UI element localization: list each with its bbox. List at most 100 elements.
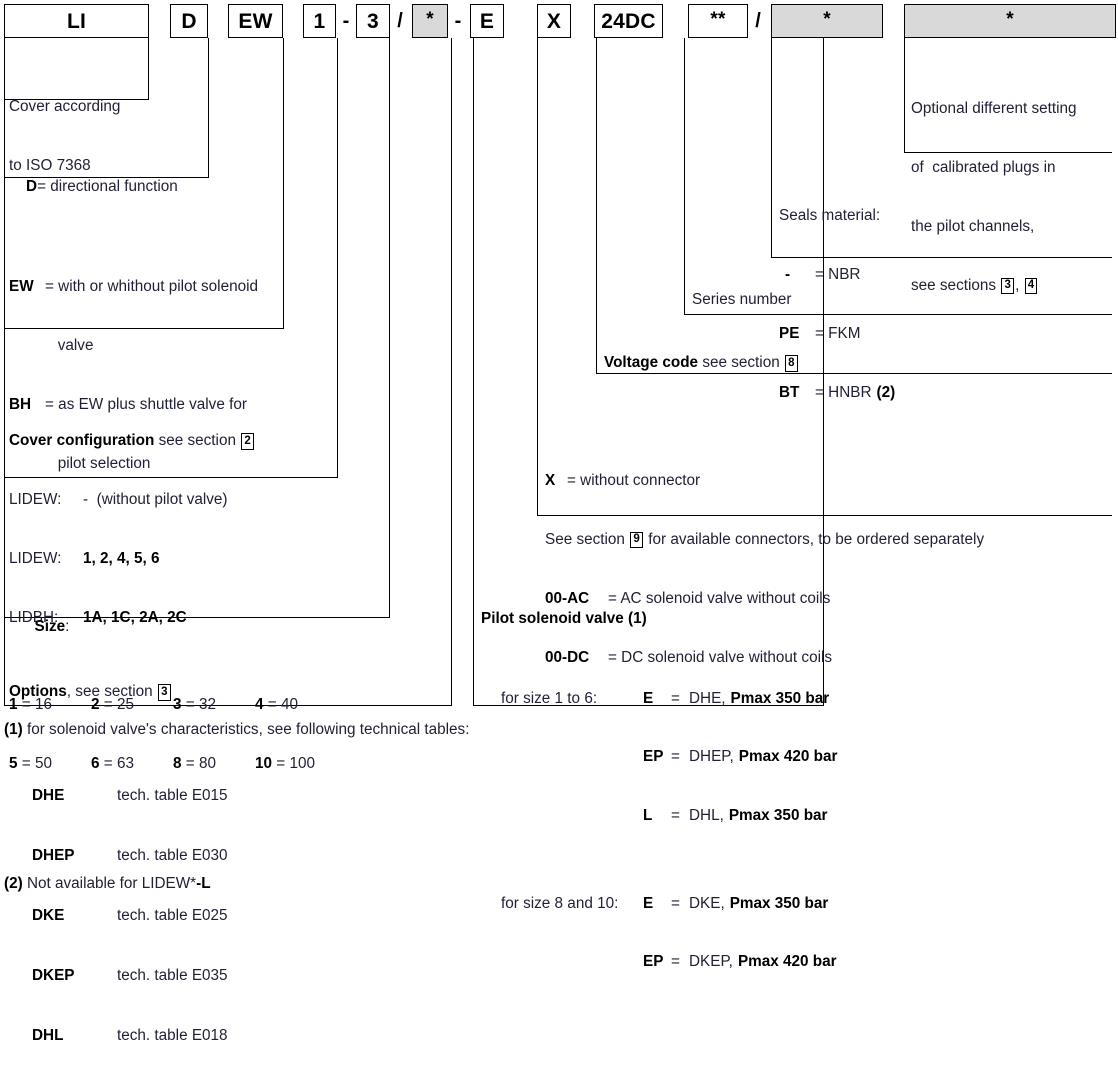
pilot-valve-model-dhl: DHL, (689, 807, 724, 825)
seals-material-text: Seals material: - = NBR PE = FKM BT = HNBR(… (779, 167, 895, 441)
connector-row-see-section: See section 9 for available connectors, … (545, 530, 984, 550)
pilot-valve-model-dkep: DKEP, (689, 953, 733, 971)
section-ref-3[interactable]: 3 (157, 684, 171, 701)
seals-note-ref-2: (2) (876, 383, 896, 401)
seals-value-nbr: = NBR (815, 265, 861, 283)
directional-function-text: D= directional function (9, 157, 178, 216)
options-text: Options, see section 3 (9, 682, 172, 702)
footnote-2-marker: (2) (4, 875, 23, 892)
plugs-text: Optional different setting of calibrated… (911, 60, 1077, 334)
pilot-valve-pmax-dke: Pmax 350 bar (729, 894, 829, 912)
code-cell-configuration[interactable]: 3 (356, 4, 390, 38)
code-cell-li[interactable]: LI (4, 4, 149, 38)
footnote-1: (1) for solenoid valve's characteristics… (4, 720, 469, 740)
model-code-diagram: LI D EW 1 - 3 / * - E X 24DC ** / * * Co… (0, 0, 1118, 1044)
tech-table-code-dhep: DHEP (32, 847, 75, 864)
connector-row-x: X = without connector (545, 471, 984, 491)
tech-table-row: DHEP tech. table E030 (32, 846, 228, 866)
pilot-valve-eq-3: = (671, 807, 680, 825)
pilot-valve-group-label-2: for size 8 and 10: (501, 894, 619, 912)
ew-bh-row: valve (9, 336, 258, 356)
size-value-10: = 100 (276, 754, 315, 772)
tech-table-row: DKE tech. table E025 (32, 906, 228, 926)
pilot-valve-eq-2: = (671, 748, 680, 766)
section-ref-4-plugs[interactable]: 4 (1024, 277, 1038, 295)
section-ref-2[interactable]: 2 (241, 433, 254, 450)
tech-table-code-dkep: DKEP (32, 967, 75, 984)
size-value-3: = 32 (185, 696, 216, 714)
connector-key-00-dc: 00-DC (545, 648, 590, 666)
tech-table-row: DHL tech. table E018 (32, 1026, 228, 1046)
footnote-1-marker: (1) (4, 721, 23, 738)
size-key-4: 4 (255, 696, 264, 714)
code-cell-pilot-valve[interactable]: E (470, 4, 504, 38)
tech-table-row: DKEP tech. table E035 (32, 966, 228, 986)
connector-see-section-pre: See section (545, 530, 630, 548)
options-heading-bold: Options (9, 683, 67, 700)
section-ref-9[interactable]: 9 (630, 531, 643, 549)
code-cell-ew[interactable]: EW (228, 4, 283, 38)
connector-see-section-post: for available connectors, to be ordered … (643, 530, 985, 548)
tech-table-code-dke: DKE (32, 907, 65, 924)
size-key-3: 3 (173, 696, 182, 714)
pilot-valve-model-dke: DKE, (689, 894, 725, 912)
connector-key-x: X (545, 472, 556, 490)
seals-key-pe: PE (779, 324, 800, 342)
pilot-valve-key-ep-2: EP (643, 953, 664, 971)
pilot-valve-row: L = DHL, Pmax 350 bar (481, 806, 837, 826)
pilot-valve-eq-4: = (671, 894, 680, 912)
size-value-4: = 40 (267, 696, 298, 714)
code-cell-d[interactable]: D (170, 4, 208, 38)
cover-config-heading: Cover configuration see section 2 (9, 431, 255, 451)
ew-bh-row: EW = with or whithout pilot solenoid (9, 277, 258, 297)
connector-label-x: = without connector (567, 472, 701, 490)
cover-config-row: LIDEW: - (without pilot valve) (9, 490, 255, 510)
tech-table-ref-dke: tech. table E025 (117, 907, 228, 924)
pilot-valve-model-dhep: DHEP, (689, 748, 734, 766)
tech-table-code-dhl: DHL (32, 1027, 64, 1044)
size-heading: Size: (9, 597, 337, 656)
connector-text: X = without connector See section 9 for a… (545, 432, 984, 706)
pilot-valve-pmax-dkep: Pmax 420 bar (737, 953, 837, 971)
connector-key-00-ac: 00-AC (545, 589, 590, 607)
pilot-valve-pmax-dhl: Pmax 350 bar (728, 807, 828, 825)
cover-config-values-lidew-1: - (without pilot valve) (83, 490, 228, 508)
code-cell-voltage[interactable]: 24DC (594, 4, 663, 38)
seals-row: - = NBR (779, 265, 895, 285)
cover-config-label-lidew-1: LIDEW: (9, 490, 62, 508)
code-cell-series[interactable]: ** (688, 4, 748, 38)
section-ref-3-plugs[interactable]: 3 (1001, 277, 1015, 295)
pilot-valve-key-e-2: E (643, 894, 654, 912)
code-cell-options[interactable]: * (412, 4, 448, 38)
code-cell-seals[interactable]: * (771, 4, 883, 38)
seals-value-fkm: = FKM (815, 324, 861, 342)
code-cell-connector[interactable]: X (537, 4, 571, 38)
footnote-2-suffix: -L (196, 875, 211, 892)
code-cell-size[interactable]: 1 (303, 4, 336, 38)
seals-key-bt: BT (779, 383, 800, 401)
pilot-valve-pmax-dhep: Pmax 420 bar (738, 748, 838, 766)
pilot-valve-row: EP = DKEP, Pmax 420 bar (481, 952, 837, 972)
tech-table-code-dhe: DHE (32, 787, 65, 804)
code-cell-plugs[interactable]: * (904, 4, 1116, 38)
pilot-valve-row: EP = DHEP, Pmax 420 bar (481, 747, 837, 767)
pilot-valve-key-l-1: L (643, 807, 653, 825)
plugs-see-sections-mid: , (1015, 276, 1024, 294)
ew-bh-key-blank-1 (9, 336, 45, 356)
plugs-see-sections-pre: see sections (911, 276, 1001, 294)
pilot-valve-eq-5: = (671, 953, 680, 971)
seals-row: BT = HNBR (2) (779, 383, 895, 403)
size-key-10: 10 (255, 754, 273, 772)
series-number-text: Series number (692, 291, 792, 308)
tech-table-ref-dhl: tech. table E018 (117, 1027, 228, 1044)
seals-key-nbr: - (785, 265, 791, 283)
ew-bh-key-ew: EW (9, 278, 34, 296)
pilot-valve-key-ep-1: EP (643, 748, 664, 766)
size-heading-rest: : (65, 617, 70, 635)
tech-table-ref-dhe: tech. table E015 (117, 787, 228, 804)
seals-row: PE = FKM (779, 324, 895, 344)
directional-function-label: = directional function (37, 177, 178, 195)
connector-label-00-dc: = DC solenoid valve without coils (608, 648, 833, 666)
voltage-code-text: Voltage code see section 8 (604, 353, 799, 373)
ew-bh-value-ew-cont: valve (45, 336, 94, 354)
